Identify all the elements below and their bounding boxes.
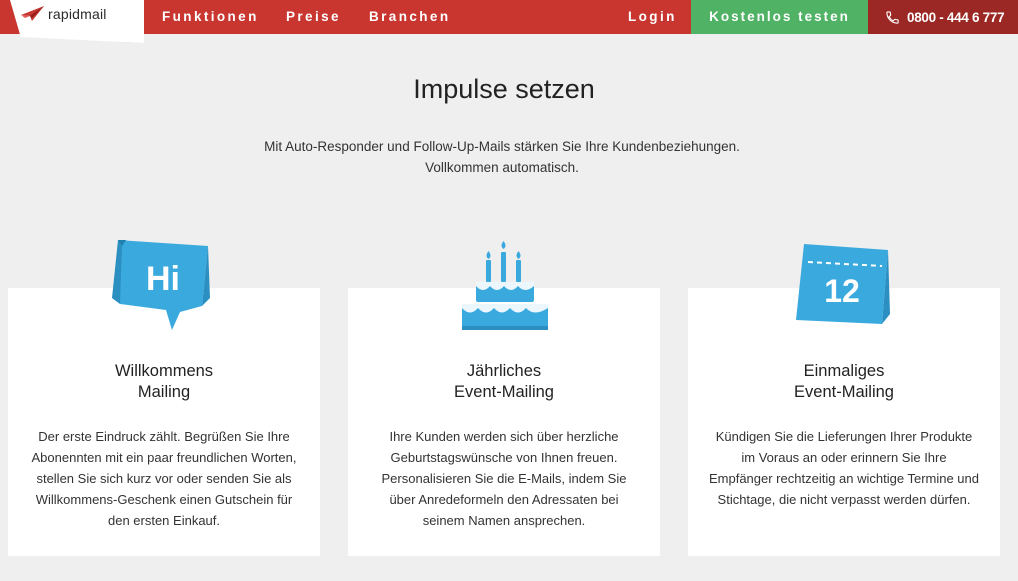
- card-title-line-2: Event-Mailing: [794, 383, 894, 401]
- top-navigation-bar: rapidmail Funktionen Preise Branchen Log…: [0, 0, 1018, 43]
- card-description: Der erste Eindruck zählt. Begrüßen Sie I…: [31, 429, 297, 528]
- page-title: Impulse setzen: [413, 74, 595, 104]
- calendar-day-text: 12: [824, 273, 860, 309]
- card-title: Willkommens Mailing: [8, 361, 320, 403]
- card-title: Jährliches Event-Mailing: [348, 361, 660, 403]
- phone-icon: [886, 10, 899, 24]
- free-trial-button[interactable]: Kostenlos testen: [691, 0, 868, 34]
- phone-number: 0800 - 444 6 777: [907, 9, 1005, 25]
- card-title-line-1: Willkommens: [114, 362, 214, 380]
- hi-icon-text: Hi: [146, 260, 180, 298]
- nav-branchen[interactable]: Branchen: [369, 0, 450, 34]
- calendar-icon: 12: [794, 244, 894, 333]
- paper-plane-icon: [21, 6, 44, 21]
- phone-contact[interactable]: 0800 - 444 6 777: [868, 0, 1018, 34]
- hero-subtitle-line-2: Vollkommen automatisch.: [425, 160, 579, 175]
- card-description: Kündigen Sie die Lieferungen Ihrer Produ…: [708, 429, 980, 507]
- card-title-line-1: Einmaliges: [803, 362, 885, 380]
- card-title: Einmaliges Event-Mailing: [688, 361, 1000, 403]
- speech-bubble-hi-icon: Hi: [110, 238, 214, 339]
- nav-funktionen[interactable]: Funktionen: [162, 0, 259, 34]
- card-description: Ihre Kunden werden sich über herzliche G…: [381, 429, 627, 528]
- hero-subtitle: Mit Auto-Responder und Follow-Up-Mails s…: [0, 136, 1004, 178]
- card-title-line-2: Mailing: [137, 383, 191, 401]
- card-title-line-2: Event-Mailing: [454, 383, 554, 401]
- nav-preise[interactable]: Preise: [286, 0, 341, 34]
- card-title-line-1: Jährliches: [466, 362, 542, 380]
- birthday-cake-icon: [458, 238, 550, 339]
- rapidmail-logo[interactable]: rapidmail: [21, 6, 107, 22]
- hero-subtitle-line-1: Mit Auto-Responder und Follow-Up-Mails s…: [264, 139, 740, 154]
- logo-text: rapidmail: [48, 6, 107, 22]
- login-link[interactable]: Login: [628, 0, 677, 34]
